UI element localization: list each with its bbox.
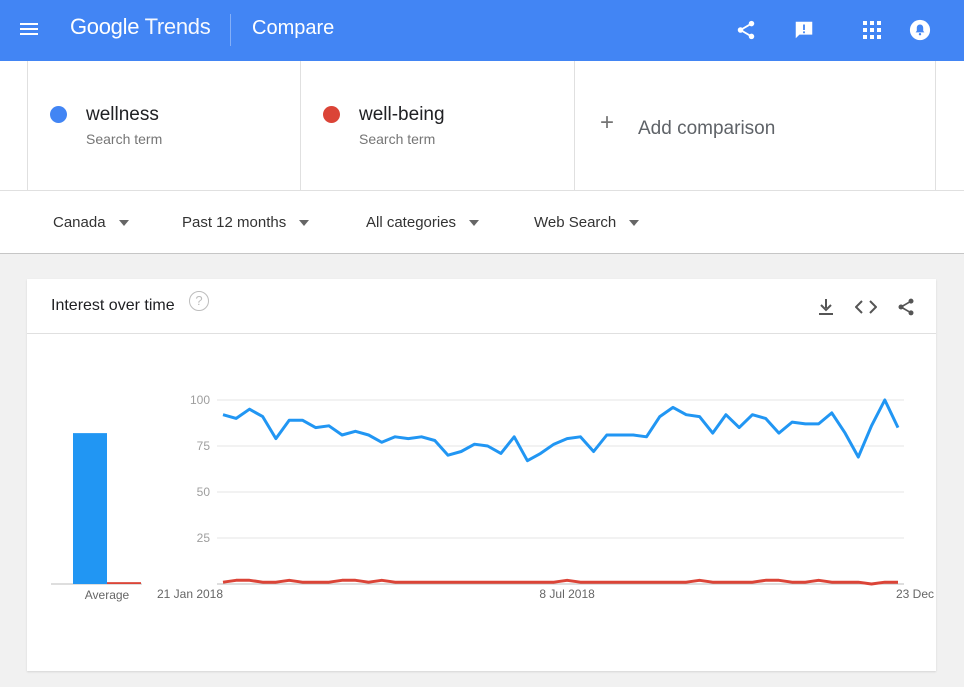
feedback-icon[interactable] (790, 16, 818, 44)
dropdown-arrow-icon (469, 219, 480, 226)
x-tick-label: 21 Jan 2018 (157, 587, 223, 601)
term-color-dot (50, 106, 67, 123)
region-label: Canada (53, 214, 106, 231)
app-header: Google Trends Compare (0, 0, 964, 61)
average-bars: Average (51, 433, 142, 602)
x-tick-label: 23 Dec 2018 (896, 587, 936, 601)
dropdown-arrow-icon (629, 219, 640, 226)
term-card-2[interactable]: well-being Search term (300, 61, 575, 190)
menu-icon[interactable] (20, 20, 42, 40)
google-trends-logo[interactable]: Google Trends (70, 14, 211, 40)
header-divider (230, 14, 231, 46)
y-axis-ticks: 100 75 50 25 (190, 393, 210, 545)
share-icon[interactable] (732, 16, 760, 44)
add-comparison-label: Add comparison (638, 118, 776, 139)
filter-bar: Canada Past 12 months All categories Web… (0, 190, 964, 254)
notifications-bell-icon[interactable] (906, 16, 934, 44)
term-name: wellness (86, 104, 159, 125)
y-tick-label: 100 (190, 393, 210, 407)
compare-terms-bar: wellness Search term well-being Search t… (0, 61, 964, 190)
search-type-label: Web Search (534, 214, 617, 231)
time-range-dropdown[interactable]: Past 12 months (182, 214, 310, 231)
y-tick-label: 75 (197, 439, 211, 453)
plus-icon: + (600, 109, 615, 136)
brand-google: Google (70, 14, 140, 39)
dropdown-arrow-icon (299, 219, 310, 226)
series-line[interactable] (222, 398, 900, 463)
term-name: well-being (359, 104, 445, 125)
page-title: Compare (252, 17, 335, 39)
interest-over-time-card: Interest over time ? 100 75 50 25 21 Jan 20… (27, 279, 936, 671)
y-tick-label: 50 (197, 485, 211, 499)
average-bar[interactable] (73, 433, 107, 584)
search-type-dropdown[interactable]: Web Search (534, 214, 640, 231)
interest-over-time-chart: 100 75 50 25 21 Jan 2018 8 Jul 2018 23 Dec 20… (51, 393, 936, 602)
region-dropdown[interactable]: Canada (53, 214, 129, 231)
x-tick-label: 8 Jul 2018 (539, 587, 595, 601)
term-color-dot (323, 106, 340, 123)
average-label: Average (85, 588, 130, 602)
time-range-label: Past 12 months (182, 214, 287, 231)
category-dropdown[interactable]: All categories (366, 214, 480, 231)
apps-grid-icon[interactable] (858, 16, 886, 44)
term-card-1[interactable]: wellness Search term (27, 61, 301, 190)
average-bar[interactable] (107, 582, 141, 584)
add-comparison-button[interactable]: + Add comparison (574, 61, 936, 190)
brand-trends: Trends (144, 14, 211, 39)
category-label: All categories (366, 214, 457, 231)
x-axis-ticks: 21 Jan 2018 8 Jul 2018 23 Dec 2018 (157, 587, 936, 601)
y-tick-label: 25 (197, 531, 211, 545)
series-line[interactable] (222, 578, 898, 586)
term-type: Search term (359, 131, 436, 147)
term-type: Search term (86, 131, 163, 147)
dropdown-arrow-icon (118, 219, 129, 226)
